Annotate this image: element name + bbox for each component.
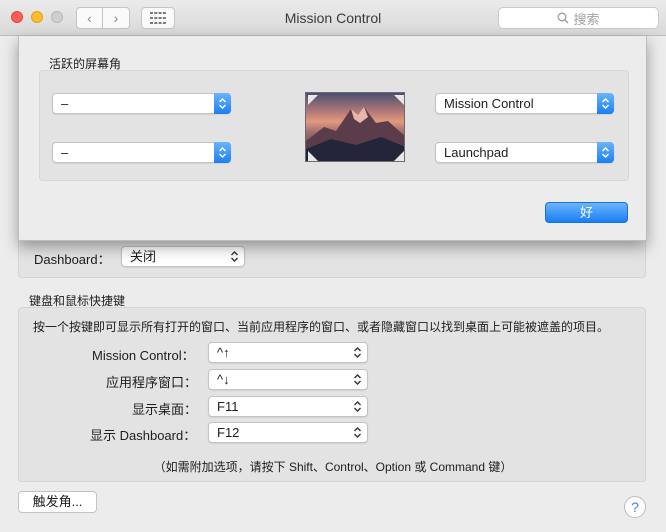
- top-right-corner-popup[interactable]: Mission Control: [435, 93, 614, 114]
- shortcut-label-show-desktop: 显示桌面：: [132, 402, 198, 417]
- corner-value: Launchpad: [444, 145, 509, 160]
- corner-value: –: [61, 145, 69, 160]
- shortcut-popup-mission-control[interactable]: ^↑: [208, 342, 368, 363]
- help-icon[interactable]: ?: [624, 496, 646, 518]
- back-button[interactable]: ‹: [76, 7, 103, 29]
- search-field[interactable]: 搜索: [498, 7, 659, 29]
- ok-button[interactable]: 好: [545, 202, 628, 223]
- bottom-right-corner-popup[interactable]: Launchpad: [435, 142, 614, 163]
- search-placeholder: 搜索: [573, 11, 600, 27]
- shortcut-popup-app-windows[interactable]: ^↓: [208, 369, 368, 390]
- chevron-updown-icon: [354, 401, 361, 412]
- dashboard-panel: [18, 236, 646, 278]
- grid-icon: [150, 12, 166, 24]
- shortcut-value: F12: [217, 425, 240, 440]
- hot-corners-button[interactable]: 触发角...: [18, 491, 97, 513]
- minimize-button[interactable]: [31, 11, 43, 23]
- chevron-updown-icon: [597, 142, 614, 163]
- show-all-button[interactable]: [141, 7, 175, 29]
- chevron-updown-icon: [597, 93, 614, 114]
- mountain-wallpaper-image: [306, 95, 404, 161]
- shortcut-value: F11: [217, 399, 239, 414]
- desktop-preview: [305, 92, 405, 162]
- shortcut-value: ^↑: [217, 345, 230, 360]
- chevron-updown-icon: [214, 93, 231, 114]
- chevron-updown-icon: [354, 347, 361, 358]
- shortcut-label-app-windows: 应用程序窗口：: [106, 375, 198, 390]
- forward-button[interactable]: ›: [103, 7, 130, 29]
- search-icon: [558, 12, 569, 24]
- chevron-updown-icon: [214, 142, 231, 163]
- shortcut-label-show-dashboard: 显示 Dashboard：: [90, 428, 197, 443]
- dashboard-label: Dashboard：: [34, 252, 111, 267]
- shortcut-label-mission-control: Mission Control：: [92, 348, 195, 363]
- chevron-updown-icon: [231, 251, 238, 262]
- hot-corners-sheet: 活跃的屏幕角 – – Mission Control Launchpad 好: [18, 36, 647, 241]
- hot-corners-panel: – – Mission Control Launchpad: [39, 70, 629, 181]
- chevron-updown-icon: [354, 427, 361, 438]
- corner-value: Mission Control: [444, 96, 534, 111]
- title-bar: ‹ › Mission Control 搜索: [0, 0, 666, 36]
- shortcuts-footnote: （如需附加选项，请按下 Shift、Control、Option 或 Comma…: [153, 460, 513, 474]
- dashboard-popup[interactable]: 关闭: [121, 246, 245, 267]
- chevron-updown-icon: [354, 374, 361, 385]
- close-button[interactable]: [11, 11, 23, 23]
- top-left-corner-popup[interactable]: –: [52, 93, 231, 114]
- shortcuts-description: 按一个按键即可显示所有打开的窗口、当前应用程序的窗口、或者隐藏窗口以找到桌面上可…: [33, 320, 610, 334]
- shortcut-popup-show-desktop[interactable]: F11: [208, 396, 368, 417]
- dashboard-value: 关闭: [130, 249, 157, 264]
- shortcut-value: ^↓: [217, 372, 230, 387]
- shortcut-popup-show-dashboard[interactable]: F12: [208, 422, 368, 443]
- zoom-button[interactable]: [51, 11, 63, 23]
- chevron-left-icon: ‹: [87, 10, 92, 26]
- chevron-right-icon: ›: [113, 10, 119, 26]
- corner-value: –: [61, 96, 69, 111]
- bottom-left-corner-popup[interactable]: –: [52, 142, 231, 163]
